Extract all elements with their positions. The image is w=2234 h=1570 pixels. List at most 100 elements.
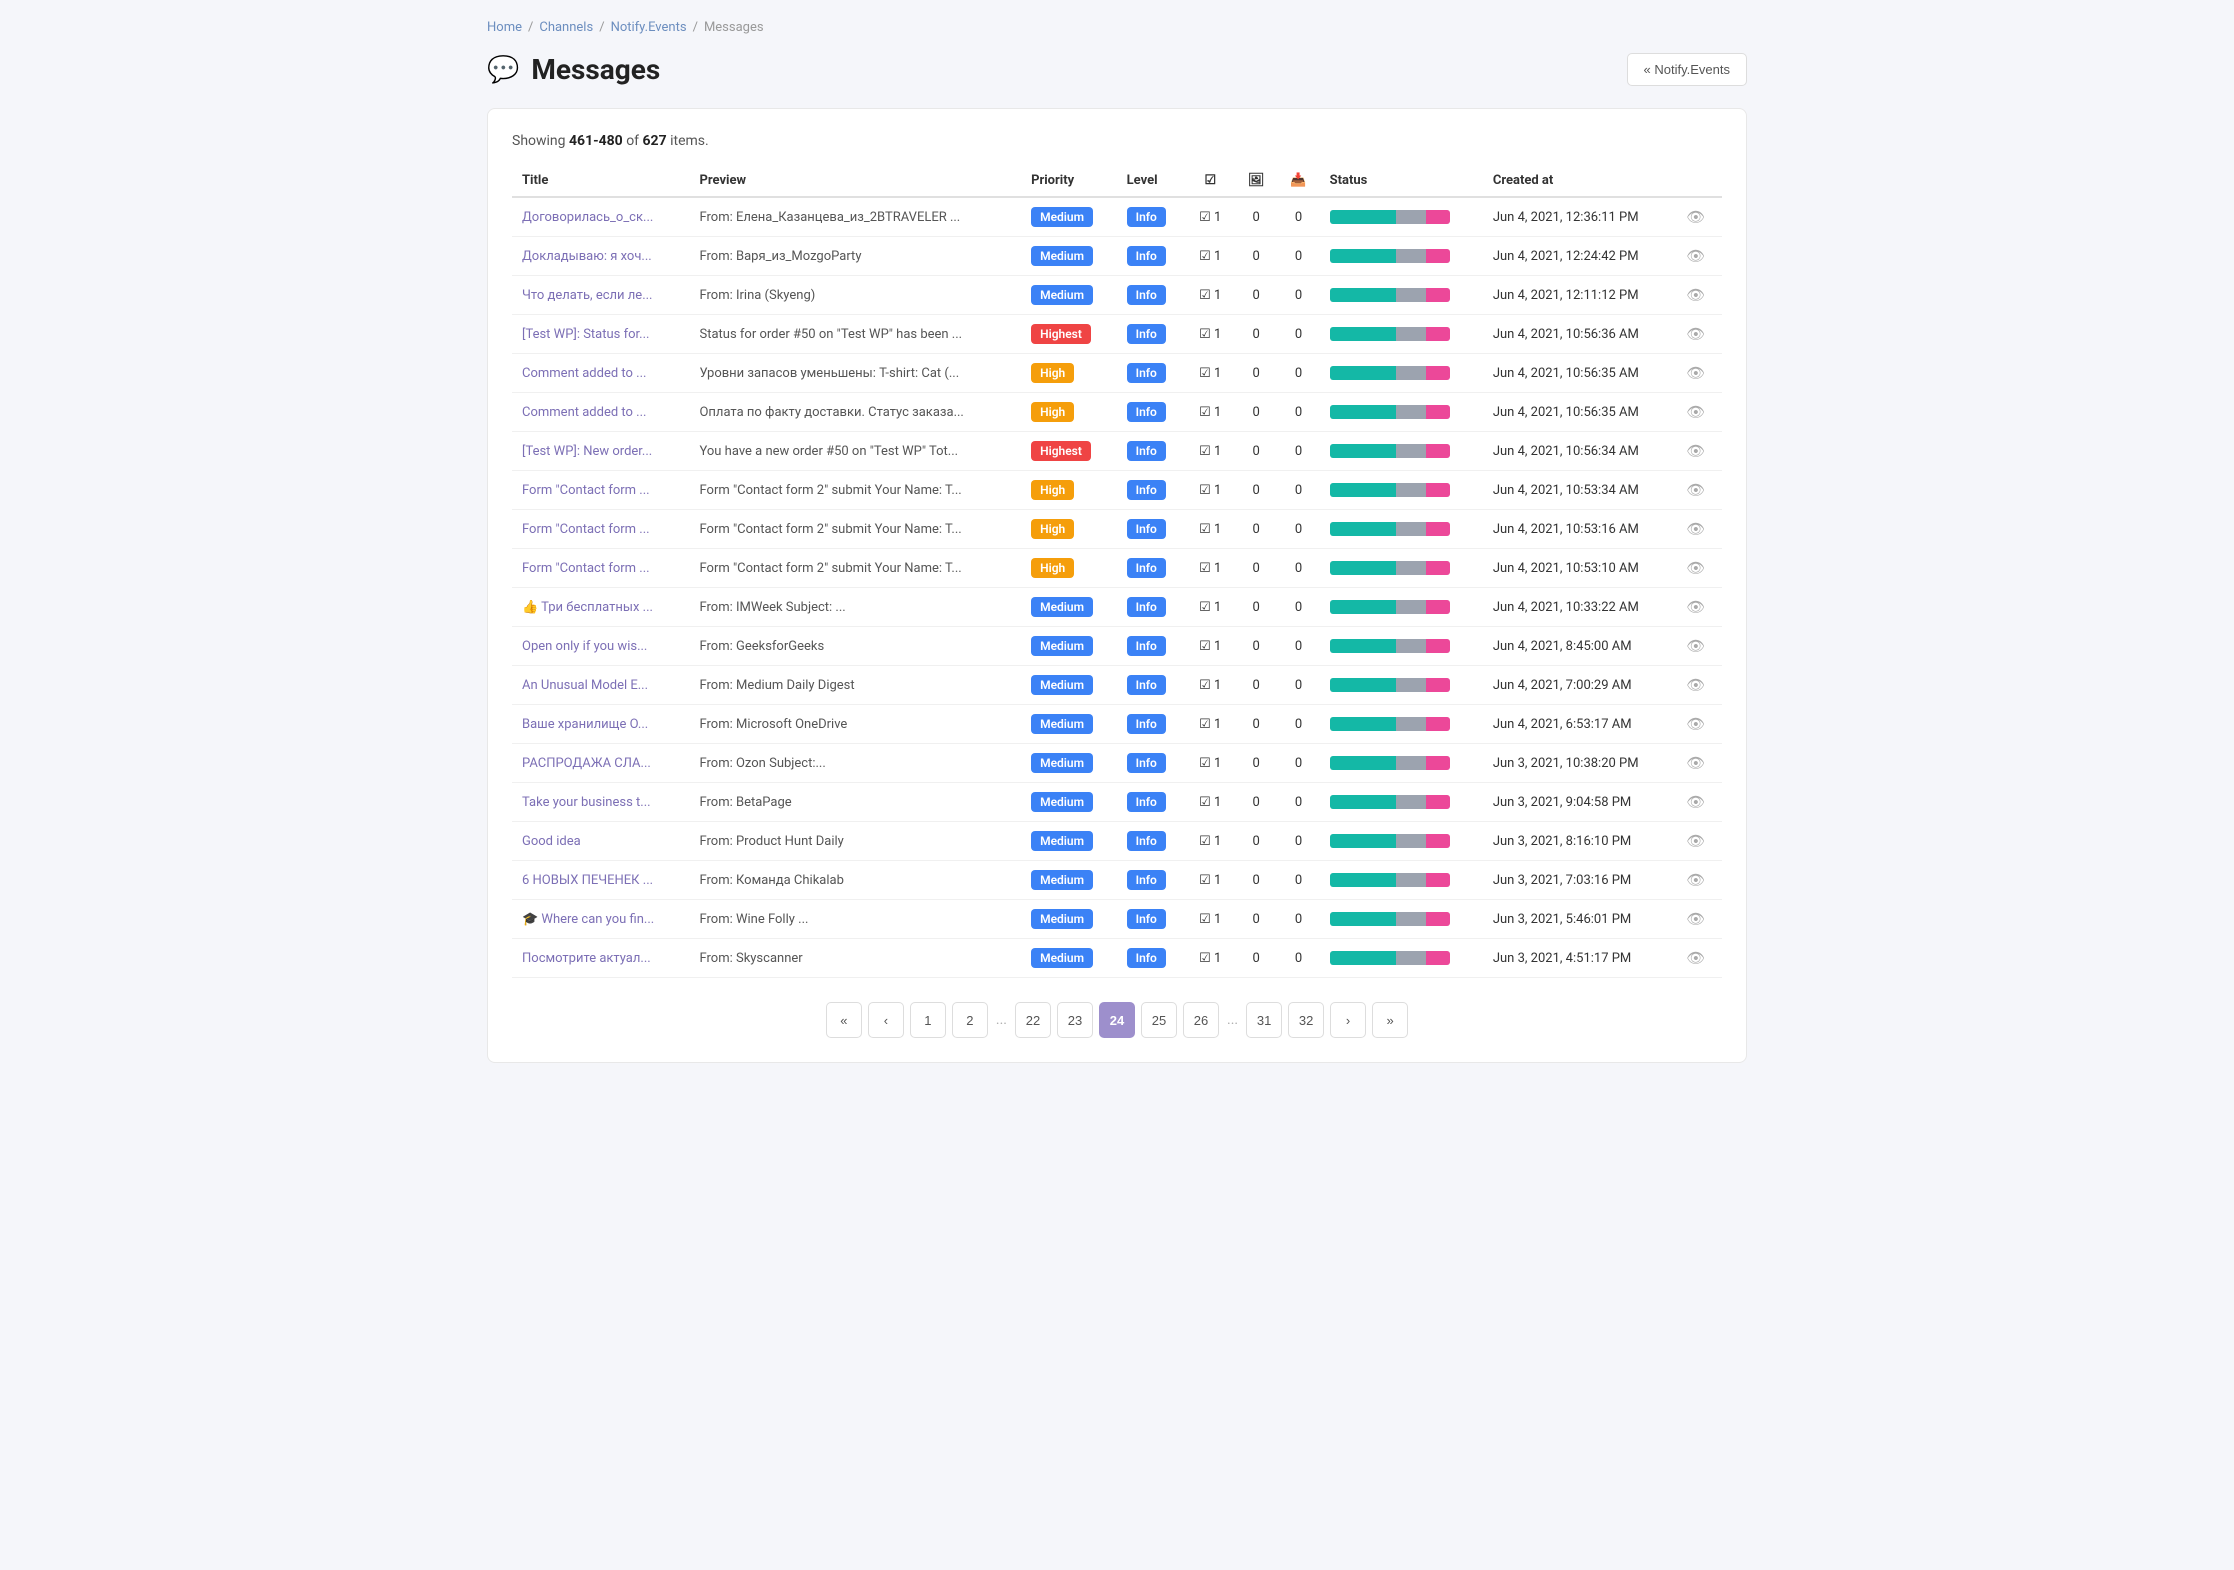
- title-link[interactable]: Form "Contact form ...: [522, 522, 679, 537]
- eye-icon[interactable]: 👁: [1686, 364, 1705, 382]
- eye-icon[interactable]: 👁: [1686, 871, 1705, 889]
- eye-icon[interactable]: 👁: [1686, 325, 1705, 343]
- level-badge: Info: [1127, 792, 1166, 812]
- title-link[interactable]: Ваше хранилище О...: [522, 717, 679, 732]
- eye-icon[interactable]: 👁: [1686, 286, 1705, 304]
- eye-icon[interactable]: 👁: [1686, 403, 1705, 421]
- eye-icon[interactable]: 👁: [1686, 208, 1705, 226]
- title-link[interactable]: Посмотрите актуал...: [522, 951, 679, 966]
- cell-eye[interactable]: 👁: [1676, 237, 1722, 276]
- cell-eye[interactable]: 👁: [1676, 432, 1722, 471]
- eye-icon[interactable]: 👁: [1686, 559, 1705, 577]
- title-link[interactable]: Good idea: [522, 834, 679, 849]
- back-button[interactable]: « Notify.Events: [1627, 53, 1747, 86]
- eye-icon[interactable]: 👁: [1686, 676, 1705, 694]
- title-link[interactable]: Comment added to ...: [522, 366, 679, 381]
- check-value: ☑ 1: [1199, 717, 1221, 732]
- page-prev-btn[interactable]: ‹: [868, 1002, 904, 1038]
- cell-eye[interactable]: 👁: [1676, 666, 1722, 705]
- priority-badge: High: [1031, 402, 1074, 422]
- page-btn-26[interactable]: 26: [1183, 1002, 1219, 1038]
- eye-icon[interactable]: 👁: [1686, 247, 1705, 265]
- cell-eye[interactable]: 👁: [1676, 939, 1722, 978]
- title-link[interactable]: Form "Contact form ...: [522, 483, 679, 498]
- cell-check: ☑ 1: [1186, 783, 1235, 822]
- title-link[interactable]: Take your business t...: [522, 795, 679, 810]
- title-link[interactable]: Докладываю: я хоч...: [522, 249, 679, 264]
- title-link[interactable]: Comment added to ...: [522, 405, 679, 420]
- page-next-btn[interactable]: ›: [1330, 1002, 1366, 1038]
- breadcrumb-home[interactable]: Home: [487, 20, 522, 35]
- eye-icon[interactable]: 👁: [1686, 715, 1705, 733]
- page-last-btn[interactable]: »: [1372, 1002, 1408, 1038]
- cell-dl: 0: [1277, 861, 1319, 900]
- title-link[interactable]: An Unusual Model E...: [522, 678, 679, 693]
- cell-check: ☑ 1: [1186, 276, 1235, 315]
- page-btn-24[interactable]: 24: [1099, 1002, 1135, 1038]
- page-first-btn[interactable]: «: [826, 1002, 862, 1038]
- cell-eye[interactable]: 👁: [1676, 783, 1722, 822]
- cell-eye[interactable]: 👁: [1676, 549, 1722, 588]
- page-btn-23[interactable]: 23: [1057, 1002, 1093, 1038]
- title-link[interactable]: Что делать, если ле...: [522, 288, 679, 303]
- page-btn-1[interactable]: 1: [910, 1002, 946, 1038]
- cell-priority: High: [1021, 393, 1117, 432]
- title-link[interactable]: [Test WP]: Status for...: [522, 327, 679, 342]
- cell-eye[interactable]: 👁: [1676, 822, 1722, 861]
- eye-icon[interactable]: 👁: [1686, 754, 1705, 772]
- img-value: 0: [1252, 327, 1259, 342]
- eye-icon[interactable]: 👁: [1686, 793, 1705, 811]
- check-value: ☑ 1: [1199, 756, 1221, 771]
- title-link[interactable]: РАСПРОДАЖА СЛА...: [522, 756, 679, 771]
- preview-text: From: Ozon Subject:...: [699, 756, 999, 771]
- cell-eye[interactable]: 👁: [1676, 354, 1722, 393]
- cell-eye[interactable]: 👁: [1676, 197, 1722, 237]
- cell-eye[interactable]: 👁: [1676, 276, 1722, 315]
- cell-title: Ваше хранилище О...: [512, 705, 689, 744]
- eye-icon[interactable]: 👁: [1686, 949, 1705, 967]
- title-link[interactable]: Договорилась_о_ск...: [522, 210, 679, 225]
- cell-check: ☑ 1: [1186, 510, 1235, 549]
- check-value: ☑ 1: [1199, 483, 1221, 498]
- cell-eye[interactable]: 👁: [1676, 744, 1722, 783]
- cell-eye[interactable]: 👁: [1676, 900, 1722, 939]
- cell-eye[interactable]: 👁: [1676, 861, 1722, 900]
- eye-icon[interactable]: 👁: [1686, 910, 1705, 928]
- page-btn-25[interactable]: 25: [1141, 1002, 1177, 1038]
- page-btn-22[interactable]: 22: [1015, 1002, 1051, 1038]
- title-link[interactable]: [Test WP]: New order...: [522, 444, 679, 459]
- title-link[interactable]: 6 НОВЫХ ПЕЧЕНЕК ...: [522, 873, 679, 888]
- page-btn-2[interactable]: 2: [952, 1002, 988, 1038]
- col-priority: Priority: [1021, 165, 1117, 197]
- title-link[interactable]: 👍 Три бесплатных ...: [522, 600, 679, 615]
- cell-eye[interactable]: 👁: [1676, 315, 1722, 354]
- title-link[interactable]: Open only if you wis...: [522, 639, 679, 654]
- cell-priority: Medium: [1021, 861, 1117, 900]
- cell-eye[interactable]: 👁: [1676, 588, 1722, 627]
- cell-eye[interactable]: 👁: [1676, 510, 1722, 549]
- eye-icon[interactable]: 👁: [1686, 442, 1705, 460]
- cell-priority: Medium: [1021, 237, 1117, 276]
- breadcrumb-channels[interactable]: Channels: [539, 20, 593, 35]
- cell-eye[interactable]: 👁: [1676, 471, 1722, 510]
- col-created: Created at: [1483, 165, 1677, 197]
- cell-eye[interactable]: 👁: [1676, 393, 1722, 432]
- cell-eye[interactable]: 👁: [1676, 705, 1722, 744]
- title-link[interactable]: 🎓 Where can you fin...: [522, 912, 679, 927]
- title-link[interactable]: Form "Contact form ...: [522, 561, 679, 576]
- dl-value: 0: [1295, 249, 1302, 264]
- eye-icon[interactable]: 👁: [1686, 481, 1705, 499]
- breadcrumb-notify-events[interactable]: Notify.Events: [611, 20, 687, 35]
- page-btn-31[interactable]: 31: [1246, 1002, 1282, 1038]
- eye-icon[interactable]: 👁: [1686, 520, 1705, 538]
- eye-icon[interactable]: 👁: [1686, 832, 1705, 850]
- cell-created: Jun 4, 2021, 7:00:29 AM: [1483, 666, 1677, 705]
- cell-eye[interactable]: 👁: [1676, 627, 1722, 666]
- cell-check: ☑ 1: [1186, 588, 1235, 627]
- page-btn-32[interactable]: 32: [1288, 1002, 1324, 1038]
- cell-level: Info: [1117, 393, 1186, 432]
- cell-check: ☑ 1: [1186, 237, 1235, 276]
- eye-icon[interactable]: 👁: [1686, 637, 1705, 655]
- bar-gray: [1396, 522, 1426, 536]
- eye-icon[interactable]: 👁: [1686, 598, 1705, 616]
